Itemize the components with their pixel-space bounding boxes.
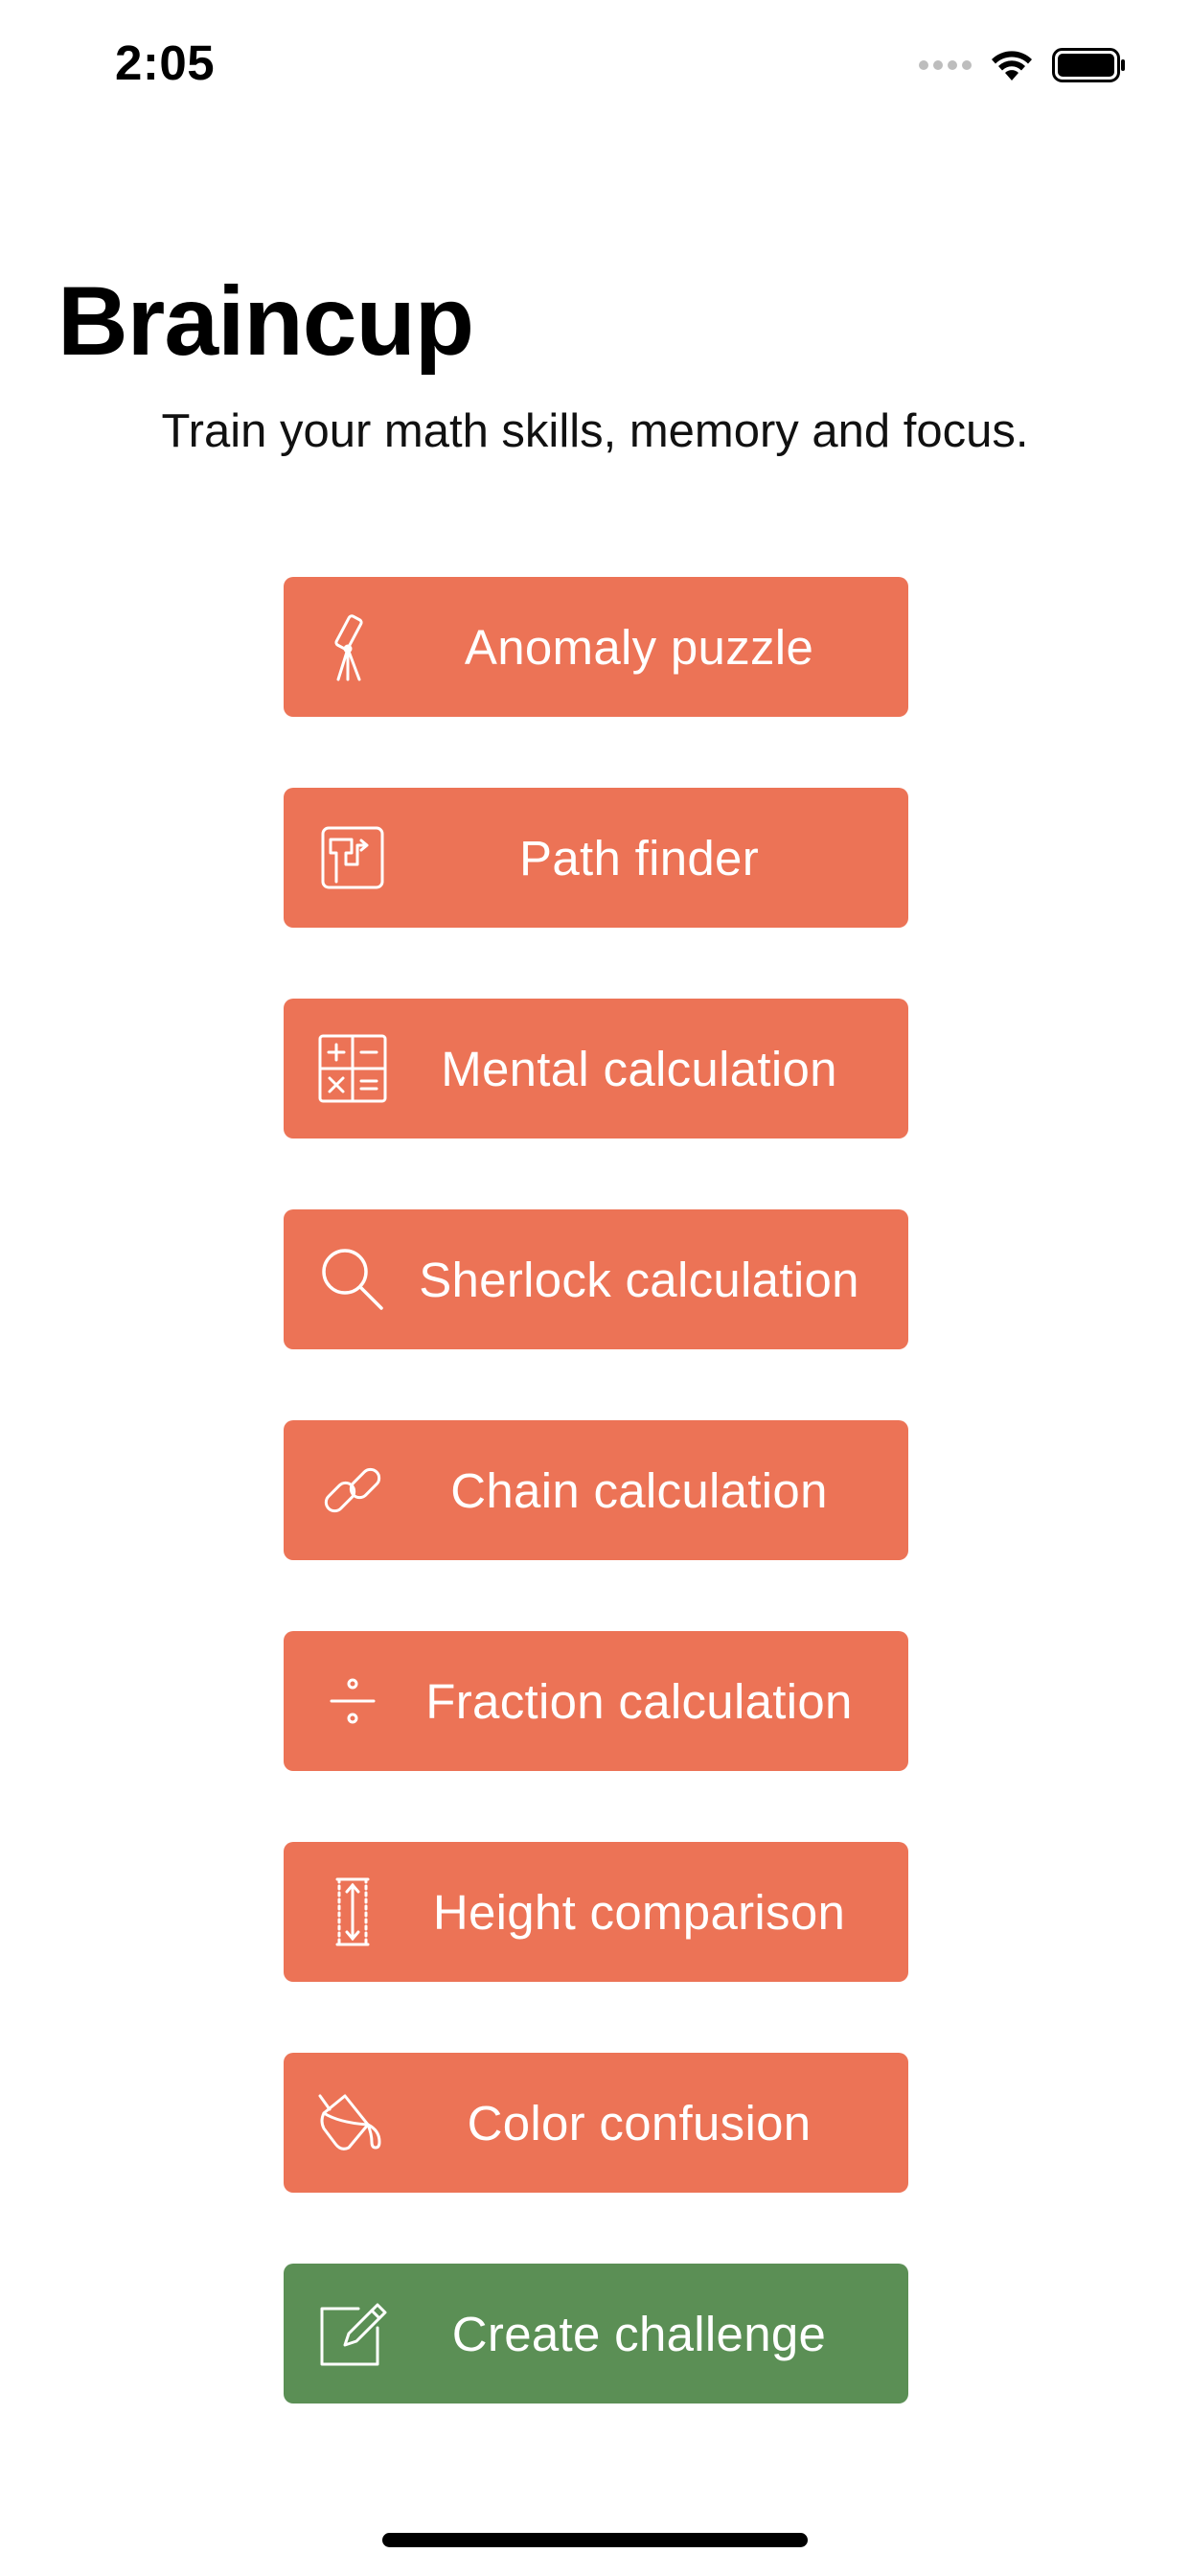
chain-calculation-button[interactable]: Chain calculation [284, 1420, 908, 1560]
paint-bucket-icon [316, 2086, 389, 2159]
height-comparison-button[interactable]: Height comparison [284, 1842, 908, 1982]
anomaly-puzzle-label: Anomaly puzzle [464, 619, 814, 675]
fraction-calculation-label: Fraction calculation [425, 1673, 853, 1729]
color-confusion-button[interactable]: Color confusion [284, 2053, 908, 2193]
page-subtitle: Train your math skills, memory and focus… [161, 405, 1029, 457]
divide-icon [316, 1665, 389, 1737]
edit-icon [316, 2297, 389, 2370]
calculator-icon [316, 1032, 389, 1105]
mental-calculation-label: Mental calculation [441, 1041, 837, 1096]
path-finder-label: Path finder [519, 830, 759, 886]
create-challenge-label: Create challenge [451, 2306, 827, 2361]
color-confusion-label: Color confusion [467, 2095, 812, 2150]
game-menu: Anomaly puzzle Path finder Mental calcul… [284, 577, 908, 2474]
status-icons [919, 44, 1127, 86]
battery-icon [1052, 48, 1125, 82]
fraction-calculation-button[interactable]: Fraction calculation [284, 1631, 908, 1771]
status-time: 2:05 [115, 35, 216, 90]
status-bar: 2:05 [0, 0, 1190, 126]
path-icon [316, 821, 389, 894]
page-title: Braincup [57, 266, 474, 376]
magnifier-icon [316, 1243, 389, 1316]
sherlock-calculation-label: Sherlock calculation [419, 1252, 859, 1307]
mental-calculation-button[interactable]: Mental calculation [284, 999, 908, 1138]
telescope-icon [316, 610, 389, 683]
link-icon [316, 1454, 389, 1527]
path-finder-button[interactable]: Path finder [284, 788, 908, 928]
home-indicator[interactable] [382, 2533, 808, 2547]
wifi-icon [992, 51, 1032, 80]
anomaly-puzzle-button[interactable]: Anomaly puzzle [284, 577, 908, 717]
chain-calculation-label: Chain calculation [450, 1462, 828, 1518]
sherlock-calculation-button[interactable]: Sherlock calculation [284, 1209, 908, 1349]
height-icon [316, 1875, 389, 1948]
cellular-signal-icon [919, 60, 972, 70]
height-comparison-label: Height comparison [432, 1884, 846, 1940]
create-challenge-button[interactable]: Create challenge [284, 2264, 908, 2404]
